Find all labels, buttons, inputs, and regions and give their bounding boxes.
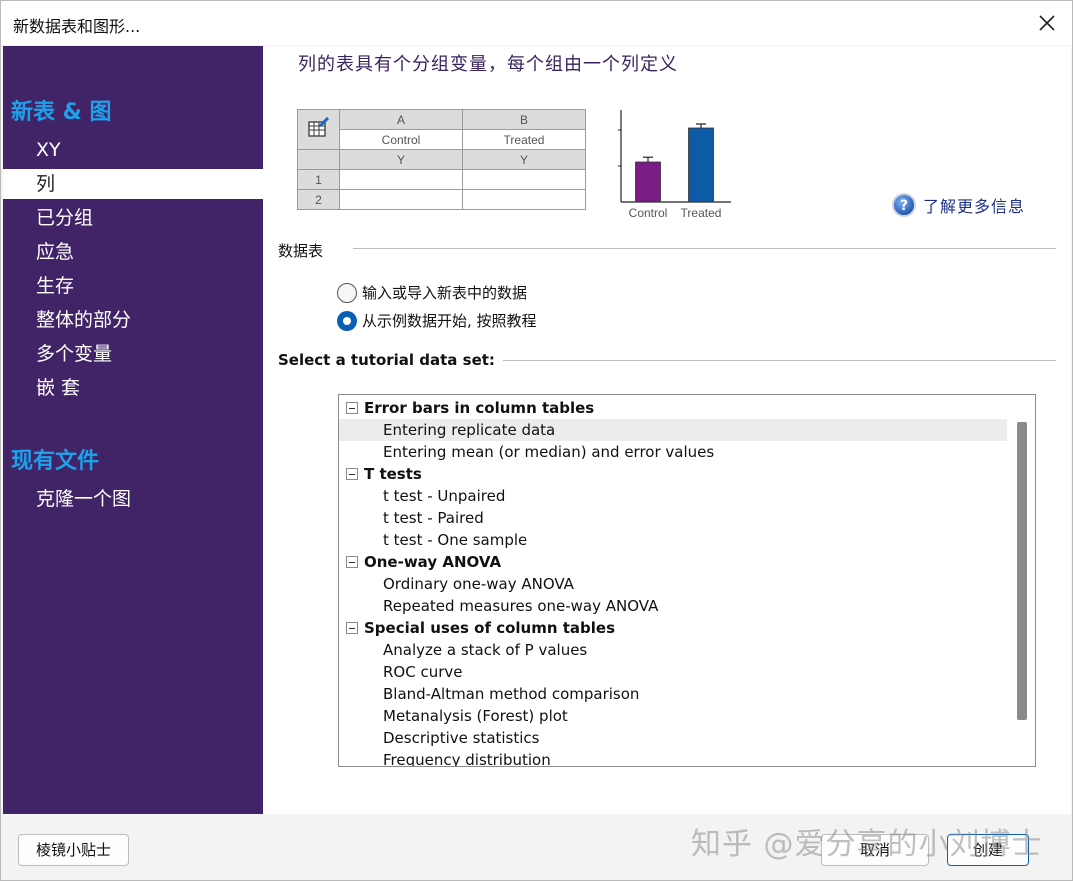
tree-item[interactable]: t test - One sample <box>339 529 1007 551</box>
tree-item[interactable]: Bland-Altman method comparison <box>339 683 1007 705</box>
row-number: 2 <box>297 189 340 210</box>
help-icon: ? <box>892 193 916 217</box>
column-letter: B <box>462 109 586 130</box>
preview-bar-chart: Control Treated <box>618 110 731 220</box>
tree-item[interactable]: Repeated measures one-way ANOVA <box>339 595 1007 617</box>
column-title: Control <box>339 129 463 150</box>
close-button[interactable] <box>1032 9 1062 37</box>
tree-group-label: T tests <box>364 465 422 483</box>
sidebar-item-contingency[interactable]: 应急 <box>3 237 263 267</box>
tree-item[interactable]: Ordinary one-way ANOVA <box>339 573 1007 595</box>
tree-item[interactable]: t test - Paired <box>339 507 1007 529</box>
sidebar-section-new: 新表 & 图 <box>11 100 112 125</box>
tree-group[interactable]: T tests <box>346 463 422 485</box>
page-heading: 列的表具有个分组变量，每个组由一个列定义 <box>298 54 678 75</box>
svg-text:?: ? <box>900 198 908 214</box>
sidebar: 新表 & 图 XY 列 已分组 应急 生存 整体的部分 多个变量 嵌 套 现有文… <box>3 46 263 814</box>
radio-new-data[interactable]: 输入或导入新表中的数据 <box>337 282 527 303</box>
sidebar-item-parts-of-whole[interactable]: 整体的部分 <box>3 305 263 335</box>
tree-item[interactable]: Analyze a stack of P values <box>339 639 1007 661</box>
tree-group-label: One-way ANOVA <box>364 553 502 571</box>
tree-item[interactable]: ROC curve <box>339 661 1007 683</box>
tree-group-label: Error bars in column tables <box>364 399 595 417</box>
divider <box>353 248 1056 249</box>
scrollbar-thumb[interactable] <box>1017 422 1027 720</box>
row-number: 1 <box>297 169 340 190</box>
sidebar-item-multiple-variables[interactable]: 多个变量 <box>3 339 263 369</box>
sidebar-item-column[interactable]: 列 <box>3 169 263 199</box>
window-title: 新数据表和图形... <box>13 17 141 36</box>
divider <box>493 360 1056 361</box>
data-table-label: 数据表 <box>278 240 332 261</box>
table-cell <box>462 169 586 190</box>
tutorial-label: Select a tutorial data set: <box>278 351 503 369</box>
column-letter: A <box>339 109 463 130</box>
table-cell <box>339 189 463 210</box>
sidebar-item-survival[interactable]: 生存 <box>3 271 263 301</box>
column-title: Treated <box>462 129 586 150</box>
table-cell <box>462 189 586 210</box>
tree-group[interactable]: One-way ANOVA <box>346 551 501 573</box>
column-subheader: Y <box>462 149 586 170</box>
tree-item[interactable]: Entering replicate data <box>339 419 1007 441</box>
radio-button[interactable] <box>337 282 357 303</box>
preview-table: A B Control Treated Y Y 1 2 <box>297 109 586 210</box>
radio-sample-data[interactable]: 从示例数据开始, 按照教程 <box>337 310 537 331</box>
radio-button-checked[interactable] <box>337 310 357 331</box>
main-panel: 列的表具有个分组变量，每个组由一个列定义 A B Control Treated <box>263 46 1071 814</box>
sidebar-item-clone-graph[interactable]: 克隆一个图 <box>3 484 263 514</box>
bar-treated <box>688 127 714 203</box>
radio-label: 输入或导入新表中的数据 <box>362 284 528 302</box>
tree-item[interactable]: t test - Unpaired <box>339 485 1007 507</box>
sidebar-item-grouped[interactable]: 已分组 <box>3 203 263 233</box>
bar-control <box>635 161 661 203</box>
collapse-icon[interactable] <box>346 622 358 634</box>
table-corner <box>297 109 340 150</box>
x-tick-label: Treated <box>681 206 722 220</box>
x-tick-label: Control <box>629 206 668 220</box>
collapse-icon[interactable] <box>346 468 358 480</box>
learn-more-label: 了解更多信息 <box>923 197 1026 216</box>
watermark: 知乎 @爱分享的小刘博士 <box>691 827 1043 862</box>
collapse-icon[interactable] <box>346 402 358 414</box>
tree-group-label: Special uses of column tables <box>364 619 616 637</box>
table-edit-icon <box>307 116 329 137</box>
column-subheader: Y <box>339 149 463 170</box>
close-icon <box>1039 15 1055 31</box>
radio-label: 从示例数据开始, 按照教程 <box>362 312 537 330</box>
learn-more-link[interactable]: ? 了解更多信息 <box>891 192 1025 218</box>
title-bar: 新数据表和图形... <box>1 1 1072 45</box>
tree-item[interactable]: Descriptive statistics <box>339 727 1007 749</box>
tree-item[interactable]: Entering mean (or median) and error valu… <box>339 441 1007 463</box>
tree-group[interactable]: Error bars in column tables <box>346 397 594 419</box>
tree-item[interactable]: Metanalysis (Forest) plot <box>339 705 1007 727</box>
sidebar-section-existing: 现有文件 <box>11 449 100 474</box>
tutorial-tree[interactable]: Error bars in column tables Entering rep… <box>338 394 1036 767</box>
tips-button[interactable]: 棱镜小贴士 <box>18 834 129 866</box>
dialog-window: 新数据表和图形... 新表 & 图 XY 列 已分组 应急 生存 整体的部分 多… <box>0 0 1073 881</box>
sidebar-item-nested[interactable]: 嵌 套 <box>3 373 263 403</box>
sidebar-item-xy[interactable]: XY <box>3 135 263 165</box>
tree-item[interactable]: Frequency distribution <box>339 749 1007 766</box>
tree-group[interactable]: Special uses of column tables <box>346 617 615 639</box>
collapse-icon[interactable] <box>346 556 358 568</box>
row-header <box>297 149 340 170</box>
scrollbar-track[interactable] <box>1009 395 1035 766</box>
table-cell <box>339 169 463 190</box>
